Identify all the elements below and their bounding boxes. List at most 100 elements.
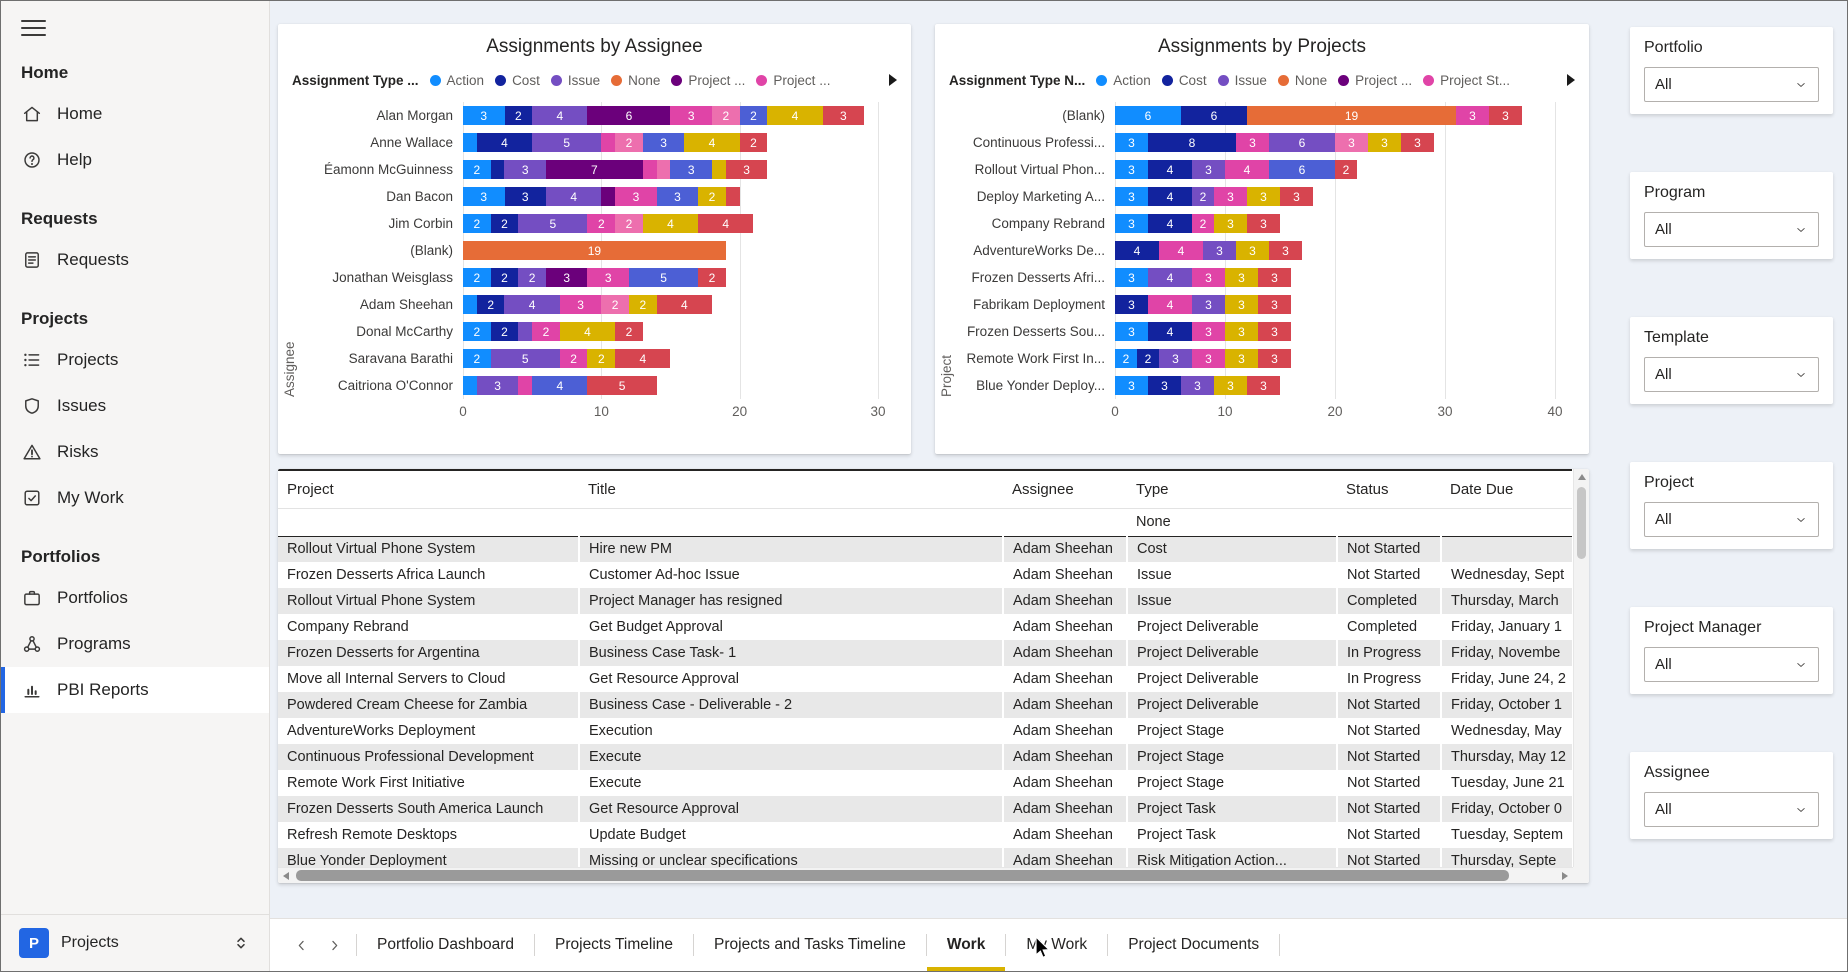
column-header-title[interactable]: Title [579,470,1003,508]
column-header-project[interactable]: Project [278,470,579,508]
bar-segment[interactable]: 4 [1148,214,1192,233]
legend-item-project-st[interactable]: Project St... [1423,73,1510,88]
bar-segment[interactable]: 2 [491,214,519,233]
scroll-right-icon[interactable] [1557,868,1573,883]
sidebar-item-requests[interactable]: Requests [1,237,269,283]
bar-segment[interactable]: 3 [1258,349,1291,368]
bar-segment[interactable]: 3 [1115,295,1148,314]
bar-segment[interactable]: 4 [643,214,698,233]
legend-item-cost[interactable]: Cost [495,73,540,88]
bar-segment[interactable]: 5 [587,376,656,395]
bar-segment[interactable]: 3 [1258,268,1291,287]
bar-segment[interactable]: 3 [1203,241,1236,260]
bar-segment[interactable]: 3 [1115,376,1148,395]
bar-segment[interactable]: 3 [1148,376,1181,395]
bar-segment[interactable]: 5 [491,349,560,368]
bar-segment[interactable]: 3 [477,376,519,395]
bar-segment[interactable]: 3 [1192,268,1225,287]
bar-segment[interactable]: 3 [1225,349,1258,368]
bar-segment[interactable]: 2 [587,214,615,233]
bar-segment[interactable]: 19 [463,241,726,260]
filter-dropdown-project[interactable]: All [1644,502,1819,537]
bar-segment[interactable]: 2 [491,322,519,341]
horizontal-scroll-thumb[interactable] [296,870,1509,881]
bar-segment[interactable]: 3 [1368,133,1401,152]
bar-segment[interactable] [491,160,505,179]
bar-segment[interactable]: 3 [1236,241,1269,260]
bar-segment[interactable]: 2 [463,322,491,341]
bar-segment[interactable]: 4 [684,133,739,152]
table-row[interactable]: Rollout Virtual Phone SystemHire new PMA… [278,536,1572,562]
vertical-scroll-thumb[interactable] [1577,487,1586,559]
bar-segment[interactable]: 3 [1159,349,1192,368]
bar-segment[interactable] [601,187,615,206]
bar-segment[interactable]: 4 [657,295,712,314]
table-row[interactable]: Frozen Desserts Africa LaunchCustomer Ad… [278,562,1572,588]
bar-segment[interactable] [518,376,532,395]
bar-segment[interactable]: 2 [463,160,491,179]
bar-segment[interactable]: 6 [1269,160,1335,179]
bar-segment[interactable]: 3 [1247,376,1280,395]
bar-segment[interactable]: 3 [1489,106,1522,125]
bar-segment[interactable]: 3 [1269,241,1302,260]
filter-dropdown-project-manager[interactable]: All [1644,647,1819,682]
bar-segment[interactable]: 8 [1148,133,1236,152]
bar-segment[interactable]: 3 [1115,214,1148,233]
bar-segment[interactable]: 3 [463,187,505,206]
bar-segment[interactable]: 2 [1335,160,1357,179]
tab-projects-timeline[interactable]: Projects Timeline [535,919,693,971]
legend-item-issue[interactable]: Issue [1218,73,1267,88]
bar-segment[interactable]: 2 [463,214,491,233]
legend-item-project[interactable]: Project ... [1338,73,1412,88]
bar-segment[interactable]: 2 [463,349,491,368]
bar-segment[interactable]: 4 [1148,160,1192,179]
bar-segment[interactable]: 4 [1148,295,1192,314]
tab-portfolio-dashboard[interactable]: Portfolio Dashboard [357,919,534,971]
vertical-scrollbar[interactable] [1573,469,1589,867]
tab-work[interactable]: Work [927,919,1005,971]
bar-segment[interactable]: 3 [1214,376,1247,395]
scroll-up-icon[interactable] [1574,469,1589,485]
bar-segment[interactable] [643,160,657,179]
bar-segment[interactable]: 3 [1335,133,1368,152]
bar-segment[interactable]: 5 [629,268,698,287]
legend-item-cost[interactable]: Cost [1162,73,1207,88]
legend-item-action[interactable]: Action [430,73,485,88]
bar-segment[interactable]: 3 [1401,133,1434,152]
bar-segment[interactable]: 6 [587,106,670,125]
bar-segment[interactable]: 3 [823,106,865,125]
bar-segment[interactable]: 4 [1148,322,1192,341]
bar-segment[interactable] [657,160,671,179]
filter-dropdown-assignee[interactable]: All [1644,792,1819,827]
sidebar-item-issues[interactable]: Issues [1,383,269,429]
table-row[interactable]: Company RebrandGet Budget ApprovalAdam S… [278,614,1572,640]
bar-segment[interactable]: 2 [712,106,740,125]
sidebar-item-pbi-reports[interactable]: PBI Reports [1,667,269,713]
bar-segment[interactable]: 3 [1115,268,1148,287]
sidebar-item-my-work[interactable]: My Work [1,475,269,521]
bar-segment[interactable]: 3 [1115,133,1148,152]
bar-segment[interactable]: 2 [740,106,768,125]
sidebar-item-portfolios[interactable]: Portfolios [1,575,269,621]
bar-segment[interactable]: 3 [504,160,546,179]
bar-segment[interactable]: 3 [670,106,712,125]
bar-segment[interactable]: 4 [698,214,753,233]
bar-segment[interactable]: 2 [463,268,491,287]
table-row[interactable]: Frozen Desserts for ArgentinaBusiness Ca… [278,640,1572,666]
bar-segment[interactable]: 3 [1225,295,1258,314]
bar-segment[interactable] [601,133,615,152]
bar-segment[interactable]: 4 [532,106,587,125]
sidebar-item-home[interactable]: Home [1,91,269,137]
bar-segment[interactable]: 3 [1247,187,1280,206]
bar-segment[interactable]: 3 [1214,187,1247,206]
bar-segment[interactable]: 3 [1280,187,1313,206]
legend-item-project[interactable]: Project ... [671,73,745,88]
bar-segment[interactable]: 3 [1115,187,1148,206]
bar-segment[interactable]: 3 [1456,106,1489,125]
bar-segment[interactable]: 3 [726,160,768,179]
bar-segment[interactable] [518,322,532,341]
bar-segment[interactable] [726,187,740,206]
bar-segment[interactable]: 2 [615,214,643,233]
bar-segment[interactable]: 2 [477,295,505,314]
bar-segment[interactable]: 3 [546,268,588,287]
